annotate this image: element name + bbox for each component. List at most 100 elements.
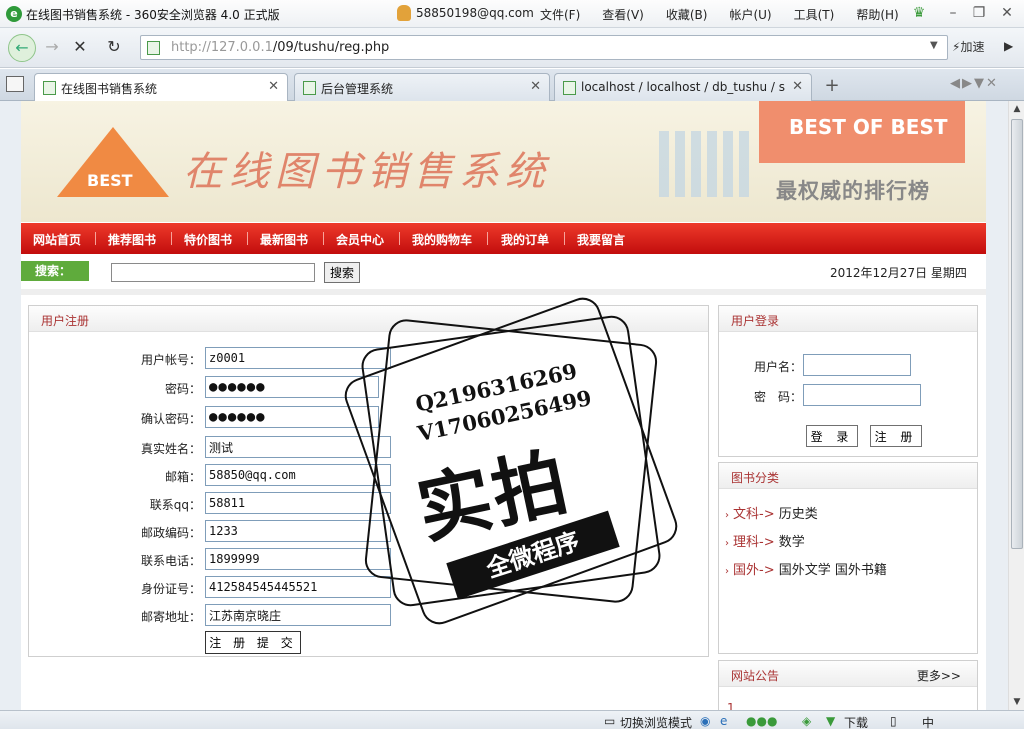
email-field[interactable] [205,464,391,486]
search-bar: 搜索： 搜索 2012年12月27日 星期四 [21,257,986,285]
nav-new-books[interactable]: 最新图书 [260,231,308,248]
nav-home[interactable]: 网站首页 [33,231,81,248]
nav-recommended[interactable]: 推荐图书 [108,231,156,248]
id-number-field[interactable] [205,576,391,598]
category-link[interactable]: 理科 [733,535,759,550]
address-bar[interactable]: http://127.0.0.1/09/tushu/reg.php [140,35,948,60]
scroll-down-icon[interactable]: ▼ [1009,694,1024,710]
forward-button[interactable]: → [38,34,66,62]
form-row-email: 邮箱： [29,464,449,488]
chevron-down-icon[interactable]: ▼ [930,40,938,51]
form-row-id: 身份证号： [29,576,449,600]
login-title: 用户登录 [731,314,780,328]
download-icon[interactable]: ▼ [826,714,835,728]
panel-header: 图书分类 [719,463,977,489]
nav-orders[interactable]: 我的订单 [501,231,549,248]
category-link[interactable]: 文科 [733,507,759,522]
menu-account[interactable]: 帐户(U) [729,6,771,23]
tab-scroll-icons[interactable]: ◀▶▼✕ [950,76,999,91]
menu-help[interactable]: 帮助(H) [856,6,898,23]
account-email[interactable]: 58850198@qq.com [416,6,534,20]
scroll-up-icon[interactable]: ▲ [1009,101,1024,117]
ie-icon[interactable]: e [720,714,727,728]
back-button[interactable]: ← [8,34,36,62]
login-register-button[interactable]: 注 册 [870,425,922,447]
address-field[interactable] [205,604,391,626]
field-label: 真实姓名： [140,442,201,456]
phone-field[interactable] [205,548,391,570]
switch-mode-link[interactable]: 切换浏览模式 [620,714,692,729]
real-name-field[interactable] [205,436,391,458]
sidebar-toggle-icon[interactable] [6,76,24,92]
login-password-input[interactable] [803,384,921,406]
stop-button[interactable]: ✕ [66,34,94,62]
login-button[interactable]: 登 录 [806,425,858,447]
new-tab-button[interactable]: + [818,75,846,97]
field-label: 邮寄地址： [140,610,201,624]
tab-admin[interactable]: 后台管理系统 ✕ [294,73,550,101]
register-panel: 用户注册 用户帐号： 密码： 确认密码： 真实姓名： 邮箱： 联系qq： 邮政编… [28,305,709,657]
form-row-name: 真实姓名： [29,436,449,460]
account-field[interactable] [205,347,391,369]
field-label: 邮政编码： [140,526,201,540]
scrollbar-thumb[interactable] [1011,119,1023,549]
category-arrow: -> [759,507,775,522]
tab-label: 后台管理系统 [321,82,394,96]
login-username-input[interactable] [803,354,911,376]
nav-divider [247,232,248,245]
menu-favorites[interactable]: 收藏(B) [666,6,708,23]
username-label: 用户名： [754,360,803,374]
search-button[interactable]: 搜索 [324,262,360,283]
subcategory-link[interactable]: 历史类 [779,507,818,522]
subcategory-link[interactable]: 国外文学 国外书籍 [779,563,887,578]
nav-special[interactable]: 特价图书 [184,231,232,248]
confirm-password-field[interactable] [205,406,379,428]
more-link[interactable]: 更多>> [917,667,961,684]
nav-divider [95,232,96,245]
close-tab-icon[interactable]: ✕ [530,79,541,94]
close-tab-icon[interactable]: ✕ [268,79,279,94]
minimize-button[interactable]: – [944,4,962,22]
subcategory-link[interactable]: 数学 [779,535,805,550]
status-bar: ▭ 切换浏览模式 ◉ e ●●● ◈ ▼ 下载 ▯ 中 [0,710,1024,729]
tab-current[interactable]: 在线图书销售系统 ✕ [34,73,288,102]
monitor-icon[interactable]: ▭ [604,714,615,728]
nav-guestbook[interactable]: 我要留言 [577,231,625,248]
form-row-phone: 联系电话： [29,548,449,572]
password-field[interactable] [205,376,379,398]
speed-button[interactable]: ⚡加速 [952,38,984,55]
search-input[interactable] [111,263,315,282]
vertical-scrollbar[interactable]: ▲ ▼ [1008,101,1024,710]
download-link[interactable]: 下载 [844,714,868,729]
menu-file[interactable]: 文件(F) [540,6,580,23]
form-row-account: 用户帐号： [29,347,449,371]
register-submit-button[interactable]: 注 册 提 交 [205,631,301,654]
ribbon-text: BEST OF BEST [789,115,948,139]
more-arrow-icon[interactable]: ▶ [1004,39,1013,53]
notice-item[interactable]: 1 [727,701,735,710]
browser-logo-icon: e [6,6,22,22]
account-icon[interactable] [397,5,411,21]
close-window-button[interactable]: ✕ [998,4,1016,22]
refresh-button[interactable]: ↻ [100,34,128,62]
shield-icon[interactable]: ◈ [802,714,811,728]
globe-icon[interactable]: ◉ [700,714,710,728]
toggle-icon[interactable]: ●●● [746,714,777,728]
form-row-password: 密码： [29,376,449,400]
maximize-button[interactable]: ❐ [970,4,988,22]
skin-icon[interactable]: ♛ [910,4,928,22]
nav-cart[interactable]: 我的购物车 [412,231,472,248]
register-title: 用户注册 [41,314,90,328]
tab-phpmyadmin[interactable]: localhost / localhost / db_tushu / s... … [554,73,812,101]
close-tab-icon[interactable]: ✕ [792,79,803,94]
trash-icon[interactable]: ▯ [890,714,897,728]
menu-view[interactable]: 查看(V) [602,6,644,23]
menu-tools[interactable]: 工具(T) [794,6,835,23]
nav-divider [487,232,488,245]
nav-member[interactable]: 会员中心 [336,231,384,248]
ime-icon[interactable]: 中 [922,714,934,729]
zip-field[interactable] [205,520,391,542]
qq-field[interactable] [205,492,391,514]
category-link[interactable]: 国外 [733,563,759,578]
url-text[interactable]: http://127.0.0.1/09/tushu/reg.php [171,40,389,55]
